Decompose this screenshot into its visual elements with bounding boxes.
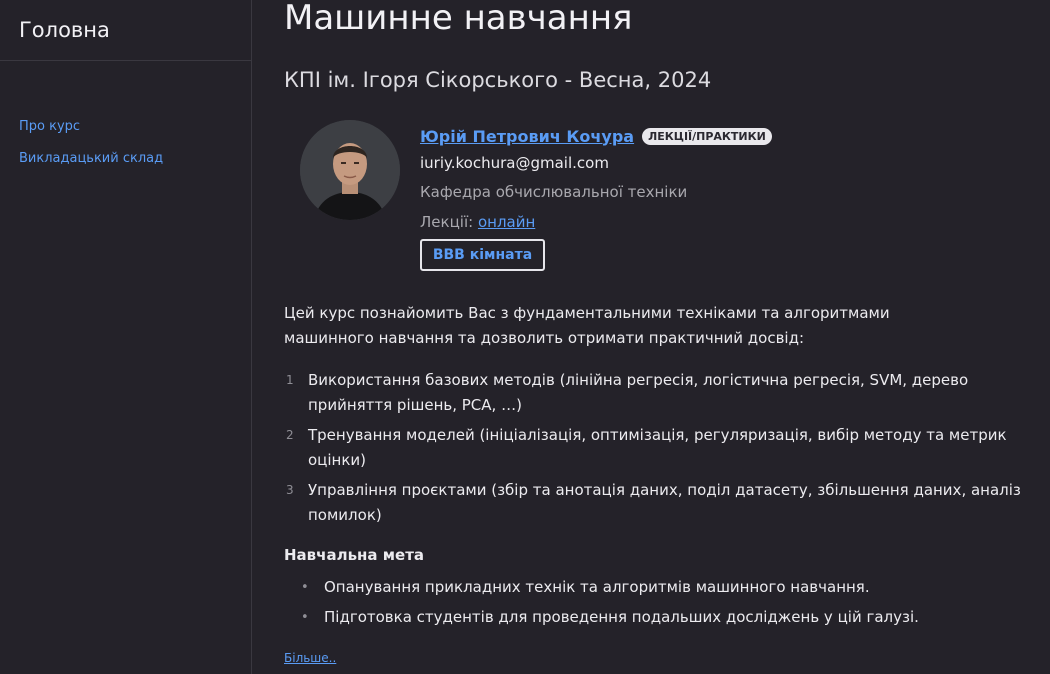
lectures-label: Лекції:: [420, 213, 474, 231]
instructor-department: Кафедра обчислювальної техніки: [420, 183, 688, 201]
sidebar: Головна Про курс Викладацький склад: [0, 0, 252, 674]
page-subtitle: КПІ ім. Ігоря Сікорського - Весна, 2024: [284, 68, 712, 92]
lectures-online-link[interactable]: онлайн: [478, 213, 535, 231]
role-badge: ЛЕКЦІЇ/ПРАКТИКИ: [642, 127, 772, 145]
sidebar-nav: Про курс Викладацький склад: [19, 118, 163, 182]
bbb-room-button[interactable]: BBB кімната: [420, 239, 545, 271]
list-number: 2: [286, 428, 294, 442]
list-item-text: Управління проєктами (збір та анотація д…: [308, 481, 1021, 524]
list-item: • Опанування прикладних технік та алгорит…: [284, 575, 919, 600]
bullet-icon: •: [301, 580, 309, 595]
list-item-text: Підготовка студентів для проведення пода…: [324, 608, 919, 626]
home-link[interactable]: Головна: [19, 18, 110, 42]
instructor-avatar: [300, 120, 400, 220]
topics-list: 1 Використання базових методів (лінійна р…: [284, 368, 1034, 533]
course-description: Цей курс познайомить Вас з фундаментальн…: [284, 304, 890, 347]
list-item: 1 Використання базових методів (лінійна р…: [284, 368, 1034, 418]
sidebar-item-staff[interactable]: Викладацький склад: [19, 150, 163, 167]
list-item-text: Тренування моделей (ініціалізація, оптим…: [308, 426, 1007, 469]
goals-list: • Опанування прикладних технік та алгорит…: [284, 575, 919, 635]
sidebar-item-about[interactable]: Про курс: [19, 118, 163, 135]
more-link[interactable]: Більше..: [284, 651, 336, 665]
instructor-info: Юрій Петрович Кочура ЛЕКЦІЇ/ПРАКТИКИ iur…: [420, 124, 772, 271]
list-item: 3 Управління проєктами (збір та анотація …: [284, 478, 1034, 528]
goal-heading: Навчальна мета: [284, 546, 425, 564]
list-item-text: Використання базових методів (лінійна ре…: [308, 371, 969, 414]
list-item-text: Опанування прикладних технік та алгоритм…: [324, 578, 870, 596]
instructor-email: iuriy.kochura@gmail.com: [420, 154, 609, 172]
sidebar-divider: [0, 60, 251, 61]
list-number: 1: [286, 373, 294, 387]
lectures-line: Лекції: онлайн: [420, 213, 535, 231]
bullet-icon: •: [301, 610, 309, 625]
list-item: • Підготовка студентів для проведення под…: [284, 605, 919, 630]
page-title: Машинне навчання: [284, 0, 633, 38]
list-item: 2 Тренування моделей (ініціалізація, опти…: [284, 423, 1034, 473]
instructor-name-link[interactable]: Юрій Петрович Кочура: [420, 127, 634, 146]
list-number: 3: [286, 483, 294, 497]
